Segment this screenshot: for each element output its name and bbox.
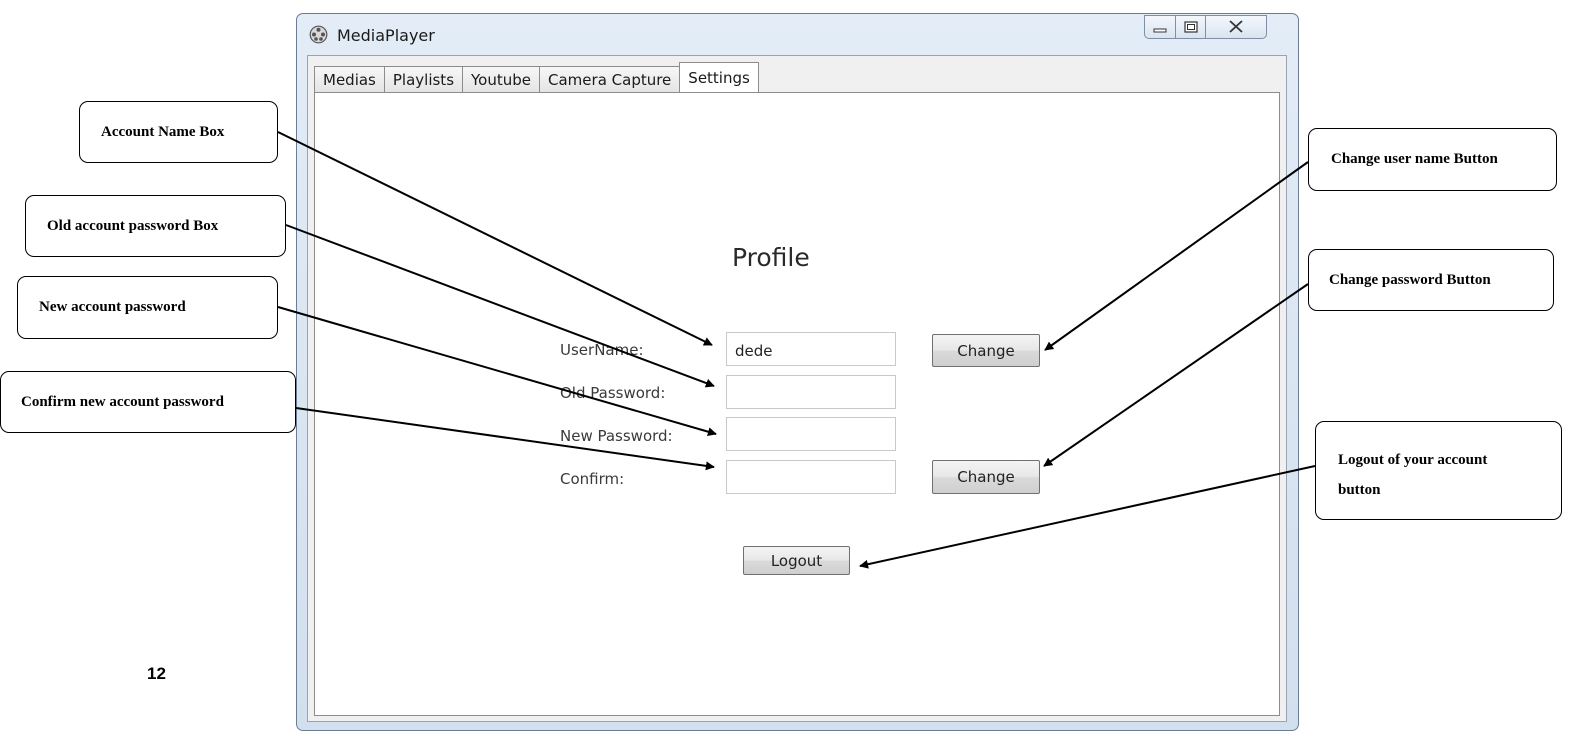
confirm-label: Confirm:: [560, 470, 625, 488]
username-input[interactable]: dede: [726, 332, 896, 366]
change-username-button[interactable]: Change: [932, 334, 1040, 367]
callout-change-password-text: Change password Button: [1329, 271, 1491, 288]
old-password-input[interactable]: [726, 375, 896, 409]
callout-new-password-text: New account password: [39, 299, 186, 315]
tab-medias[interactable]: Medias: [314, 66, 384, 93]
callout-confirm-new-password: Confirm new account password: [0, 371, 296, 433]
new-password-input[interactable]: [726, 417, 896, 451]
callout-change-username-button: Change user name Button: [1308, 128, 1557, 191]
change-password-button[interactable]: Change: [932, 460, 1040, 494]
tab-strip: Medias Playlists Youtube Camera Capture …: [314, 62, 759, 93]
callout-logout-line1: Logout of your account: [1338, 452, 1488, 468]
callout-account-name-text: Account Name Box: [101, 123, 225, 140]
callout-new-password: New account password: [17, 276, 278, 339]
new-password-label: New Password:: [560, 427, 673, 445]
minimize-button[interactable]: [1144, 15, 1175, 39]
page-number: 12: [147, 664, 166, 683]
minimize-icon: [1153, 18, 1167, 37]
media-player-icon: [309, 25, 328, 44]
callout-confirm-new-password-text: Confirm new account password: [21, 393, 224, 410]
callout-old-password-box: Old account password Box: [25, 195, 286, 257]
tab-youtube[interactable]: Youtube: [462, 66, 540, 93]
profile-heading: Profile: [732, 243, 810, 272]
callout-logout-button: Logout of your account button: [1315, 421, 1562, 520]
callout-change-password-button: Change password Button: [1308, 249, 1554, 311]
username-label: UserName:: [560, 341, 644, 359]
tab-settings[interactable]: Settings: [679, 62, 759, 93]
callout-old-password-text: Old account password Box: [47, 217, 219, 234]
media-player-window: MediaPlayer Medias Playlists Youtube Cam…: [296, 13, 1299, 731]
maximize-icon: [1183, 18, 1198, 37]
logout-button[interactable]: Logout: [743, 546, 850, 575]
tab-playlists[interactable]: Playlists: [383, 66, 463, 93]
close-icon: [1229, 18, 1243, 37]
confirm-password-input[interactable]: [726, 460, 896, 494]
tab-camera-capture[interactable]: Camera Capture: [539, 66, 680, 93]
title-bar[interactable]: MediaPlayer: [297, 14, 1298, 56]
callout-change-username-text: Change user name Button: [1331, 151, 1498, 167]
maximize-button[interactable]: [1175, 15, 1205, 39]
callout-logout-text: Logout of your account button: [1338, 445, 1487, 505]
callout-account-name-box: Account Name Box: [79, 101, 278, 163]
close-button[interactable]: [1205, 15, 1267, 39]
old-password-label: Old Password:: [560, 384, 666, 402]
callout-logout-line2: button: [1338, 482, 1381, 498]
window-title: MediaPlayer: [337, 26, 435, 45]
